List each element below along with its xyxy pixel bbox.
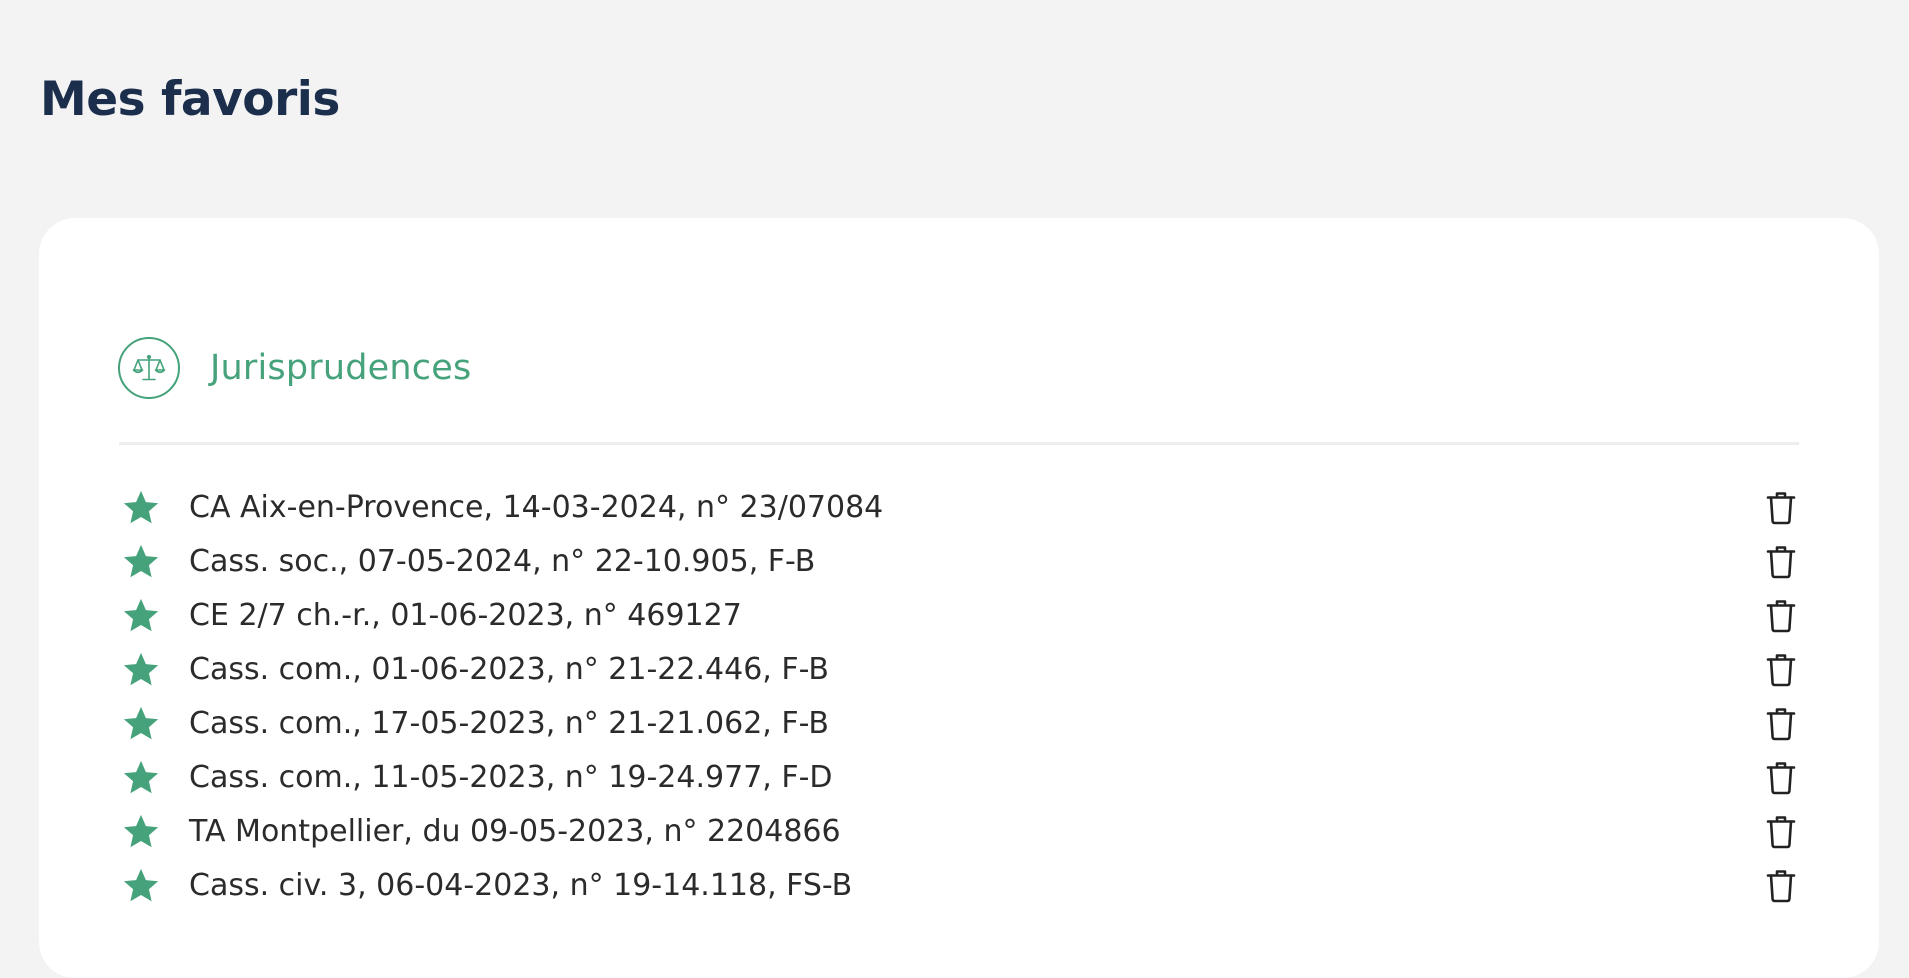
section-divider — [119, 442, 1799, 445]
favorites-list: CA Aix-en-Provence, 14-03-2024, n° 23/07… — [119, 480, 1799, 912]
favorite-row: CA Aix-en-Provence, 14-03-2024, n° 23/07… — [119, 480, 1799, 534]
favorite-row: Cass. com., 17-05-2023, n° 21-21.062, F-… — [119, 696, 1799, 750]
trash-icon[interactable] — [1761, 542, 1801, 582]
star-icon[interactable] — [119, 593, 163, 637]
trash-icon[interactable] — [1761, 812, 1801, 852]
page-title: Mes favoris — [40, 72, 340, 127]
favorite-link[interactable]: Cass. com., 11-05-2023, n° 19-24.977, F-… — [189, 760, 833, 795]
favorite-link[interactable]: Cass. com., 01-06-2023, n° 21-22.446, F-… — [189, 652, 829, 687]
trash-icon[interactable] — [1761, 650, 1801, 690]
favorite-link[interactable]: Cass. soc., 07-05-2024, n° 22-10.905, F-… — [189, 544, 815, 579]
favorite-row: CE 2/7 ch.-r., 01-06-2023, n° 469127 — [119, 588, 1799, 642]
trash-icon[interactable] — [1761, 758, 1801, 798]
section-header: Jurisprudences — [118, 337, 471, 399]
favorite-row: Cass. civ. 3, 06-04-2023, n° 19-14.118, … — [119, 858, 1799, 912]
star-icon[interactable] — [119, 863, 163, 907]
favorite-row: TA Montpellier, du 09-05-2023, n° 220486… — [119, 804, 1799, 858]
favorite-row: Cass. com., 11-05-2023, n° 19-24.977, F-… — [119, 750, 1799, 804]
favorite-link[interactable]: Cass. civ. 3, 06-04-2023, n° 19-14.118, … — [189, 868, 852, 903]
trash-icon[interactable] — [1761, 488, 1801, 528]
section-title: Jurisprudences — [210, 348, 472, 388]
trash-icon[interactable] — [1761, 866, 1801, 906]
star-icon[interactable] — [119, 647, 163, 691]
trash-icon[interactable] — [1761, 596, 1801, 636]
star-icon[interactable] — [119, 755, 163, 799]
favorite-link[interactable]: TA Montpellier, du 09-05-2023, n° 220486… — [189, 814, 841, 849]
star-icon[interactable] — [119, 809, 163, 853]
favorite-row: Cass. com., 01-06-2023, n° 21-22.446, F-… — [119, 642, 1799, 696]
favorite-row: Cass. soc., 07-05-2024, n° 22-10.905, F-… — [119, 534, 1799, 588]
favorite-link[interactable]: CA Aix-en-Provence, 14-03-2024, n° 23/07… — [189, 490, 883, 525]
scales-icon — [118, 337, 180, 399]
favorites-card: Jurisprudences CA Aix-en-Provence, 14-03… — [39, 218, 1879, 978]
trash-icon[interactable] — [1761, 704, 1801, 744]
favorite-link[interactable]: CE 2/7 ch.-r., 01-06-2023, n° 469127 — [189, 598, 742, 633]
star-icon[interactable] — [119, 485, 163, 529]
star-icon[interactable] — [119, 701, 163, 745]
favorite-link[interactable]: Cass. com., 17-05-2023, n° 21-21.062, F-… — [189, 706, 829, 741]
star-icon[interactable] — [119, 539, 163, 583]
